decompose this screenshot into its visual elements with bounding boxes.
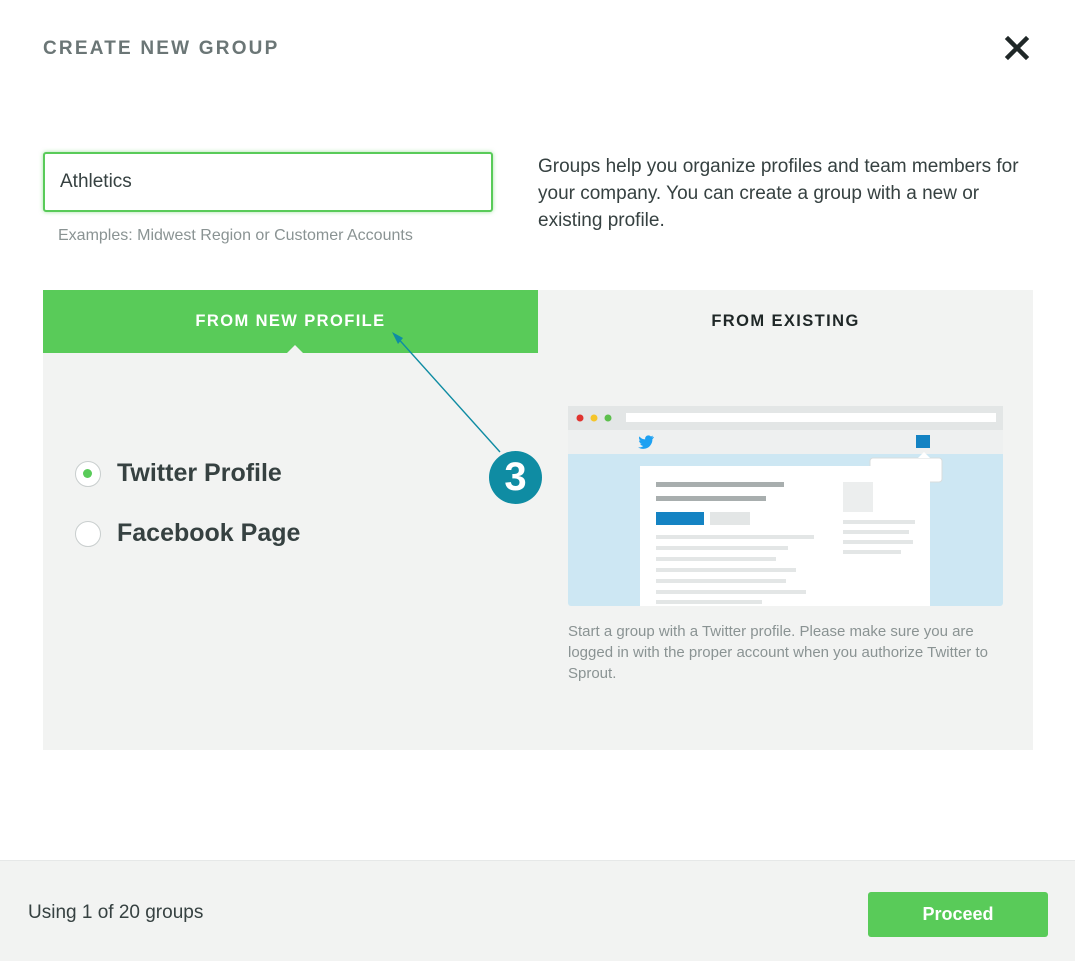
group-name-input[interactable]	[43, 152, 493, 212]
profile-source-panel: FROM NEW PROFILE FROM EXISTING Twitter P…	[43, 290, 1033, 750]
active-tab-caret	[287, 345, 303, 353]
group-usage-text: Using 1 of 20 groups	[28, 902, 204, 923]
preview-caption: Start a group with a Twitter profile. Pl…	[568, 623, 988, 682]
group-name-hint: Examples: Midwest Region or Customer Acc…	[58, 227, 413, 244]
option-facebook-page[interactable]: Facebook Page	[75, 519, 300, 548]
tab-from-existing-label: FROM EXISTING	[711, 312, 860, 330]
step-number-badge: 3	[489, 451, 542, 504]
option-twitter-profile[interactable]: Twitter Profile	[75, 459, 282, 488]
proceed-button[interactable]: Proceed	[868, 892, 1048, 937]
tab-from-new-profile-label: FROM NEW PROFILE	[195, 312, 386, 330]
dialog-footer: Using 1 of 20 groups Proceed	[0, 860, 1075, 961]
dialog-title: CREATE NEW GROUP	[43, 38, 280, 59]
tab-from-existing[interactable]: FROM EXISTING	[538, 290, 1033, 353]
browser-dots-icon	[576, 414, 584, 422]
close-icon[interactable]	[1002, 33, 1032, 63]
option-facebook-page-label: Facebook Page	[117, 519, 301, 547]
help-text: Groups help you organize profiles and te…	[538, 156, 1019, 231]
option-twitter-profile-label: Twitter Profile	[117, 459, 282, 487]
radio-twitter-profile[interactable]	[75, 460, 101, 487]
twitter-preview-illustration	[568, 406, 1003, 606]
close-button[interactable]	[1002, 33, 1032, 63]
radio-facebook-page[interactable]	[75, 520, 101, 547]
tab-from-new-profile[interactable]: FROM NEW PROFILE	[43, 290, 538, 353]
